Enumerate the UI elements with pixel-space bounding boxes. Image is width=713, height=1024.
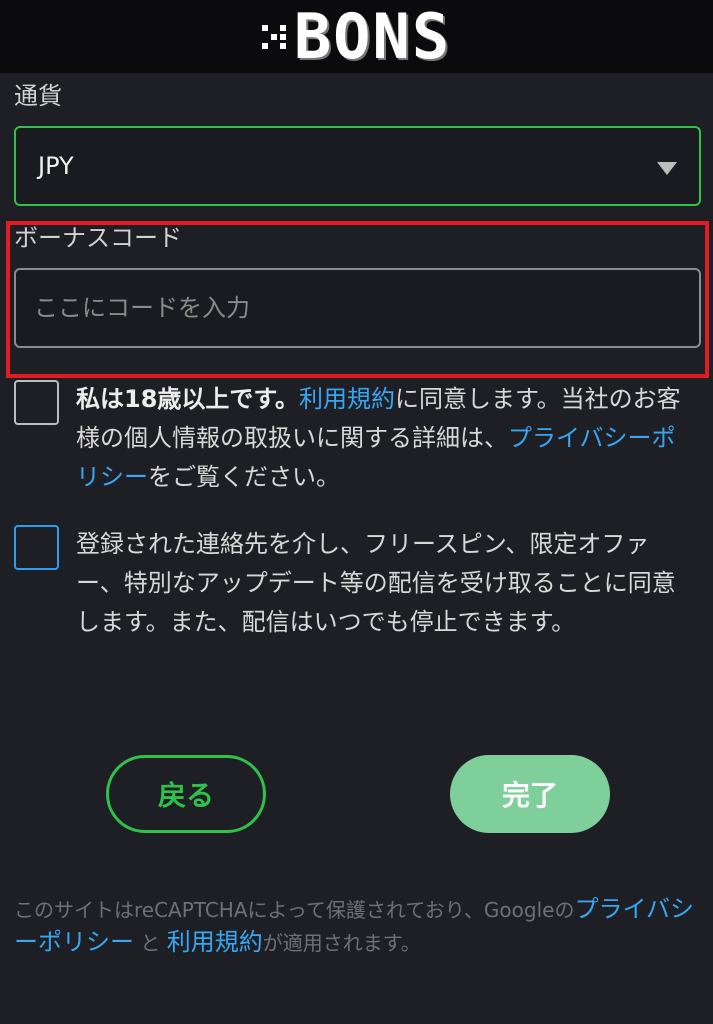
dropdown-arrow-icon [657,162,677,175]
terms-link[interactable]: 利用規約 [299,385,395,413]
age-terms-text: 私は18歳以上です。利用規約に同意します。当社のお客様の個人情報の取扱いに関する… [76,380,696,497]
logo[interactable]: BONS [261,0,452,73]
done-button[interactable]: 完了 [450,755,610,833]
recaptcha-notice: このサイトはreCAPTCHAによって保護されており、Googleのプライバシー… [14,893,694,959]
google-terms-link[interactable]: 利用規約 [167,928,263,956]
bonus-code-label: ボーナスコード [14,224,182,252]
currency-selected-value: JPY [38,152,74,180]
age-statement: 私は18歳以上です。 [76,385,299,413]
marketing-consent-checkbox[interactable] [14,525,59,570]
terms-end-text: をご覧ください。 [148,463,340,491]
currency-label: 通貨 [14,82,62,110]
recaptcha-and: と [140,931,161,955]
logo-text: BONS [293,0,452,73]
top-bar: BONS [0,0,713,73]
back-button[interactable]: 戻る [106,755,266,833]
currency-select[interactable]: JPY [14,126,701,206]
age-terms-checkbox[interactable] [14,380,59,425]
logo-pixel-icon [261,24,286,49]
marketing-consent-text: 登録された連絡先を介し、フリースピン、限定オファー、特別なアップデート等の配信を… [76,530,676,636]
recaptcha-text-post: が適用されます。 [262,931,421,955]
recaptcha-text-pre: このサイトはreCAPTCHAによって保護されており、Googleの [14,898,575,922]
bonus-code-input[interactable] [14,268,701,348]
